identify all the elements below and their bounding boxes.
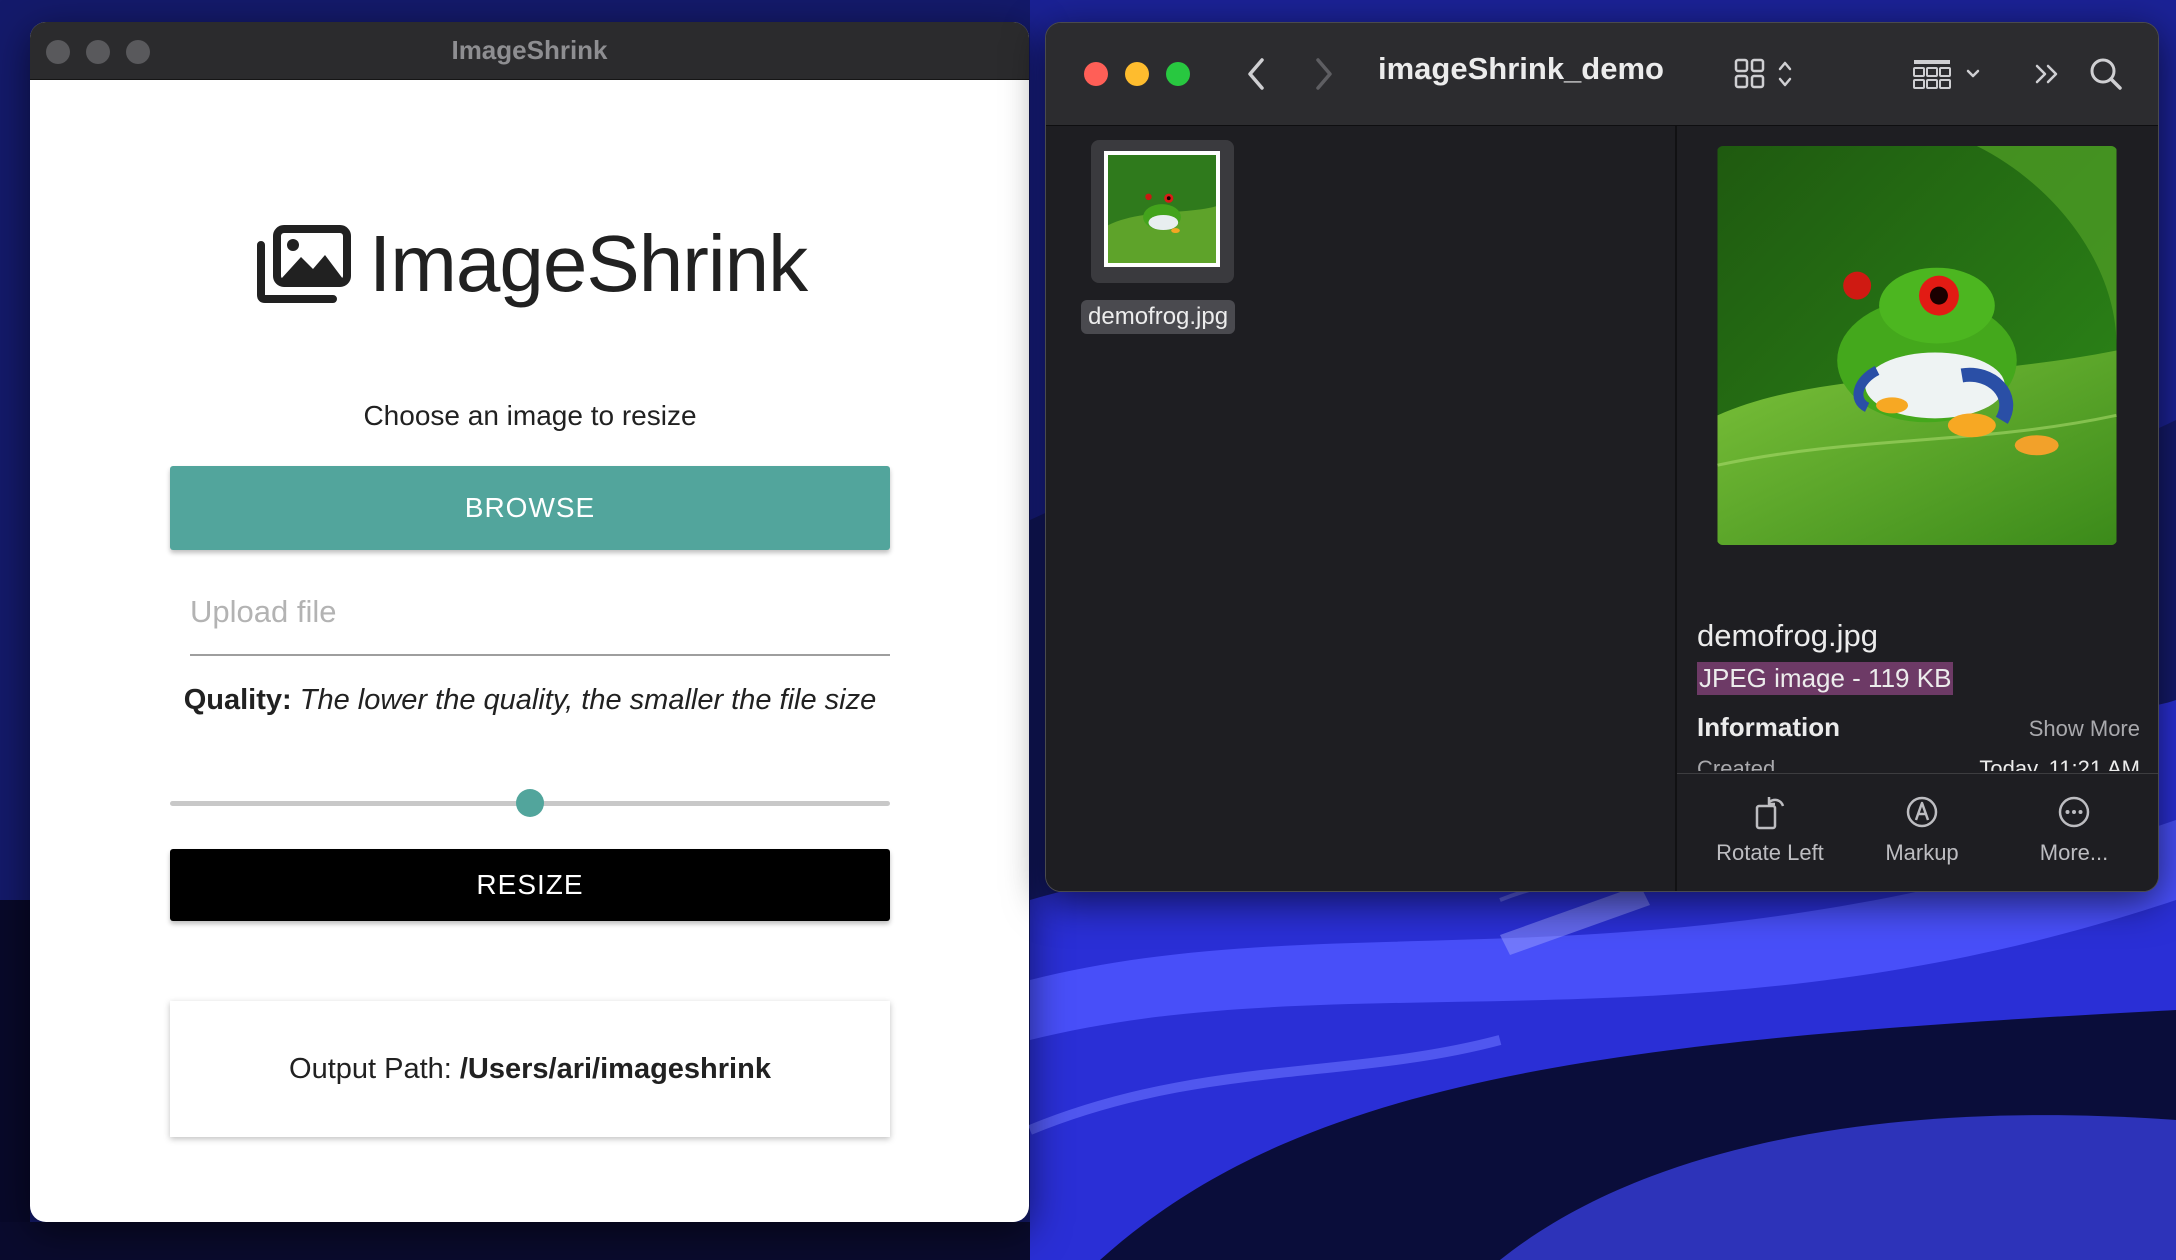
imageshrink-window: ImageShrink ImageShrink Choose an image … <box>30 22 1029 1222</box>
slider-thumb[interactable] <box>516 789 544 817</box>
resize-button[interactable]: RESIZE <box>170 849 890 921</box>
preview-pane: demofrog.jpg JPEG image - 119 KB Informa… <box>1677 126 2158 891</box>
markup-icon <box>1906 796 1938 828</box>
brand: ImageShrink <box>255 218 808 310</box>
file-thumbnail[interactable] <box>1104 151 1220 267</box>
more-icon <box>2058 796 2090 828</box>
finder-minimize-button[interactable] <box>1125 62 1149 86</box>
back-icon[interactable] <box>1242 53 1270 95</box>
images-icon <box>257 225 351 303</box>
information-heading: Information <box>1697 712 1840 742</box>
preview-image <box>1717 146 2117 545</box>
window-title: ImageShrink <box>451 35 608 65</box>
app-titlebar[interactable]: ImageShrink <box>30 22 1029 80</box>
more-button[interactable]: More... <box>1999 794 2149 866</box>
frog-thumbnail-image <box>1108 155 1216 263</box>
divider <box>1677 773 2158 774</box>
forward-icon[interactable] <box>1310 53 1338 95</box>
markup-label: Markup <box>1885 840 1959 865</box>
file-name[interactable]: demofrog.jpg <box>1081 300 1236 334</box>
more-label: More... <box>2039 840 2109 865</box>
app-content: ImageShrink Choose an image to resize BR… <box>30 80 1029 1222</box>
grid-view-icon[interactable] <box>1734 53 1798 95</box>
rotate-left-icon <box>1755 797 1785 830</box>
more-toolbar-icon[interactable] <box>2030 53 2066 95</box>
preview-file-name: demofrog.jpg <box>1697 618 1878 653</box>
upload-placeholder: Upload file <box>190 594 337 629</box>
quality-label-row: Quality: The lower the quality, the smal… <box>30 684 1029 717</box>
output-path-card: Output Path: /Users/ari/imageshrink <box>170 1001 890 1137</box>
finder-window: imageShrink_demo demofrog.jpg demofrog.j… <box>1045 22 2159 892</box>
brand-title: ImageShrink <box>369 219 808 308</box>
quality-slider[interactable] <box>170 783 890 823</box>
file-list: demofrog.jpg <box>1046 126 1675 891</box>
created-row: Created Today, 11:21 AM <box>1697 754 2140 771</box>
rotate-left-label: Rotate Left <box>1716 840 1824 865</box>
finder-title: imageShrink_demo <box>1378 51 1664 86</box>
browse-button[interactable]: BROWSE <box>170 466 890 550</box>
created-label: Created <box>1697 756 1776 771</box>
output-path-value: /Users/ari/imageshrink <box>459 1052 771 1085</box>
search-icon[interactable] <box>2086 53 2126 95</box>
show-more-link[interactable]: Show More <box>2029 716 2140 742</box>
quality-label: Quality: <box>183 684 292 716</box>
frog-preview-image <box>1717 146 2117 545</box>
upload-file-input[interactable]: Upload file <box>190 566 890 656</box>
markup-button[interactable]: Markup <box>1847 794 1997 866</box>
preview-file-kind: JPEG image - 119 KB <box>1697 662 1954 695</box>
subtitle: Choose an image to resize <box>363 400 697 431</box>
quality-hint: The lower the quality, the smaller the f… <box>299 684 877 716</box>
created-value: Today, 11:21 AM <box>1979 756 2140 771</box>
rotate-left-button[interactable]: Rotate Left <box>1695 794 1845 866</box>
finder-zoom-button[interactable] <box>1166 62 1190 86</box>
output-path-label: Output Path: <box>289 1052 452 1085</box>
group-icon[interactable] <box>1912 53 1986 95</box>
finder-toolbar: imageShrink_demo <box>1046 23 2158 126</box>
finder-close-button[interactable] <box>1084 62 1108 86</box>
